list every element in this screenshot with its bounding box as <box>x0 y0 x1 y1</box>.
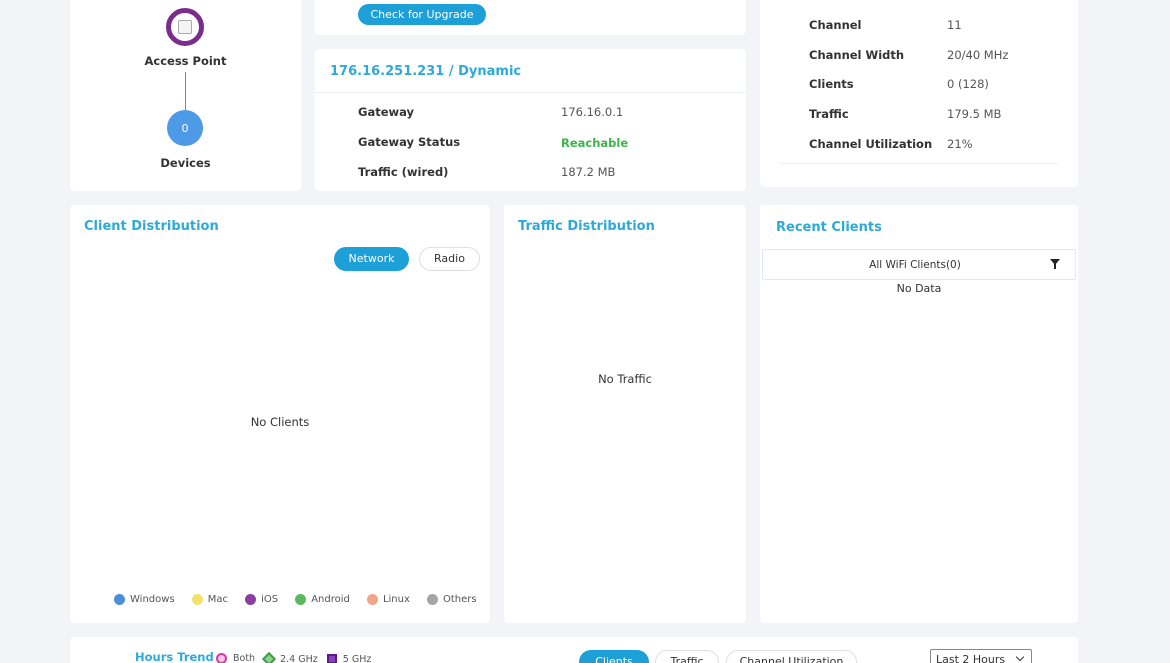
check-for-upgrade-button[interactable]: Check for Upgrade <box>358 4 486 25</box>
both-circle-icon <box>216 653 227 663</box>
legend-windows[interactable]: Windows <box>114 594 175 605</box>
tab-traffic[interactable]: Traffic <box>655 650 719 663</box>
linux-dot-icon <box>366 594 378 605</box>
mac-dot-icon <box>191 594 203 605</box>
legend-5ghz[interactable]: 5 GHz <box>326 654 371 663</box>
channel-label: Channel <box>809 18 862 32</box>
diamond-icon <box>262 651 277 663</box>
wan-title: 176.16.251.231 / Dynamic <box>330 64 522 79</box>
wan-divider <box>315 92 746 93</box>
windows-dot-icon <box>114 594 125 605</box>
recent-clients-card: Recent Clients All WiFi Clients(0) No Da… <box>760 205 1078 623</box>
channel-width-label: Channel Width <box>809 48 905 62</box>
traffic-value: 179.5 MB <box>947 107 1002 121</box>
radio-divider <box>780 163 1058 164</box>
topology-card: Access Point 0 Devices <box>70 0 301 191</box>
gateway-value: 176.16.0.1 <box>561 105 624 119</box>
devices-count-badge[interactable]: 0 <box>167 110 203 146</box>
client-filter-select[interactable]: All WiFi Clients(0) <box>762 249 1076 280</box>
traffic-wired-value: 187.2 MB <box>561 165 616 179</box>
chevron-down-icon <box>1015 652 1025 662</box>
traffic-wired-label: Traffic (wired) <box>358 165 449 179</box>
recent-clients-title: Recent Clients <box>776 220 882 235</box>
no-clients-text: No Clients <box>250 415 310 429</box>
legend-linux[interactable]: Linux <box>366 594 410 605</box>
upgrade-card: Check for Upgrade <box>315 0 746 35</box>
traffic-label: Traffic <box>809 107 849 121</box>
access-point-label: Access Point <box>144 54 227 68</box>
time-range-select[interactable]: Last 2 Hours <box>930 649 1032 663</box>
client-distribution-title: Client Distribution <box>84 219 219 234</box>
ios-dot-icon <box>245 594 257 605</box>
access-point-icon[interactable] <box>166 8 204 46</box>
legend-both[interactable]: Both <box>216 653 255 663</box>
hours-trend-card: Hours Trend Both 2.4 GHz 5 GHz Clients T… <box>70 637 1078 663</box>
channel-utilization-value: 21% <box>947 137 973 151</box>
tab-network[interactable]: Network <box>334 247 409 271</box>
gateway-label: Gateway <box>358 105 415 119</box>
tab-radio[interactable]: Radio <box>419 247 480 271</box>
devices-label: Devices <box>160 156 211 170</box>
legend-2-4ghz[interactable]: 2.4 GHz <box>262 651 318 663</box>
devices-count: 0 <box>181 121 189 135</box>
square-icon <box>326 654 337 663</box>
clients-value: 0 (128) <box>947 77 989 91</box>
legend-mac[interactable]: Mac <box>191 594 228 605</box>
radio-info-card: Channel 11 Channel Width 20/40 MHz Clien… <box>760 0 1078 187</box>
client-filter-value: All WiFi Clients(0) <box>869 259 961 271</box>
channel-utilization-label: Channel Utilization <box>809 137 933 151</box>
traffic-distribution-card: Traffic Distribution No Traffic <box>504 205 746 623</box>
channel-width-value: 20/40 MHz <box>947 48 1009 62</box>
gateway-status-value: Reachable <box>561 136 629 150</box>
others-dot-icon <box>427 594 438 605</box>
tab-clients[interactable]: Clients <box>579 650 649 663</box>
wan-card: 176.16.251.231 / Dynamic Gateway 176.16.… <box>315 49 746 191</box>
traffic-distribution-title: Traffic Distribution <box>518 219 655 234</box>
gateway-status-label: Gateway Status <box>358 135 461 149</box>
client-distribution-card: Client Distribution Network Radio No Cli… <box>70 205 490 623</box>
client-distribution-legend: Windows Mac iOS Android Linux Others <box>114 590 489 609</box>
topology-connector-line <box>185 72 186 110</box>
legend-ios[interactable]: iOS <box>245 594 278 605</box>
legend-android[interactable]: Android <box>295 594 350 605</box>
channel-value: 11 <box>947 18 962 32</box>
no-traffic-text: No Traffic <box>598 372 652 386</box>
time-range-value: Last 2 Hours <box>936 653 1006 663</box>
hours-trend-title: Hours Trend <box>135 650 214 663</box>
android-dot-icon <box>295 594 307 605</box>
tab-channel-utilization[interactable]: Channel Utilization <box>726 650 857 663</box>
no-data-text: No Data <box>896 282 942 295</box>
hours-trend-legend: Both 2.4 GHz 5 GHz <box>216 651 371 663</box>
clients-label: Clients <box>809 77 854 91</box>
legend-others[interactable]: Others <box>427 594 477 605</box>
